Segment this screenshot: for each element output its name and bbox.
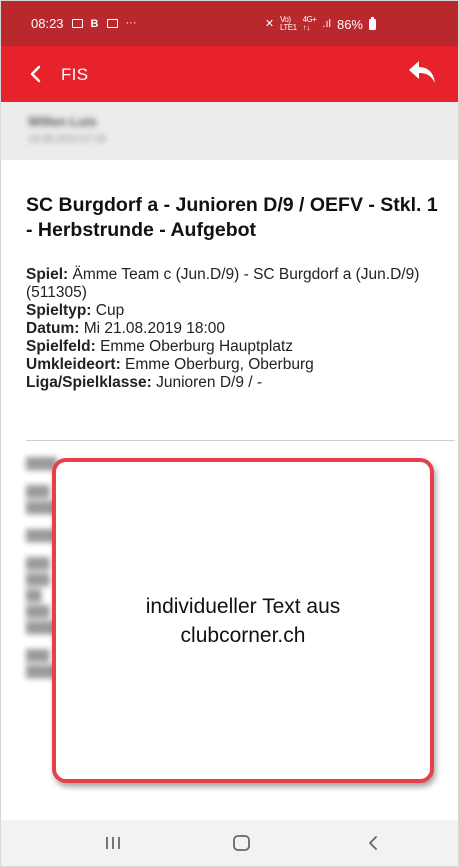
detail-label: Spielfeld: bbox=[26, 338, 96, 355]
detail-label: Liga/Spielklasse: bbox=[26, 374, 152, 391]
reply-button[interactable] bbox=[406, 58, 438, 88]
mute-icon: ✕ bbox=[264, 17, 275, 30]
nav-back-icon bbox=[369, 836, 377, 850]
recent-apps-button[interactable] bbox=[101, 832, 125, 854]
battery-percent: 86% bbox=[336, 16, 363, 32]
more-notifications-icon: ··· bbox=[125, 17, 137, 29]
back-button[interactable] bbox=[25, 62, 47, 86]
match-details: Spiel: Ämme Team c (Jun.D/9) - SC Burgdo… bbox=[26, 266, 446, 392]
recent-apps-icon bbox=[106, 837, 120, 849]
detail-label: Umkleideort: bbox=[26, 356, 121, 373]
navigation-bar bbox=[1, 820, 458, 866]
detail-row-umkleideort: Umkleideort: Emme Oberburg, Oberburg bbox=[26, 356, 446, 374]
detail-value: Emme Oberburg Hauptplatz bbox=[95, 338, 294, 355]
message-title: SC Burgdorf a - Junioren D/9 / OEFV - St… bbox=[26, 194, 438, 241]
status-bar: 08:23 B ··· ✕ Vo) LTE1 4G+ ↑↓ .ıl 86% bbox=[1, 1, 458, 46]
b-notification-icon: B bbox=[90, 17, 99, 30]
detail-row-spiel: Spiel: Ämme Team c (Jun.D/9) - SC Burgdo… bbox=[26, 266, 446, 302]
volte-icon: Vo) LTE1 bbox=[280, 15, 297, 32]
divider bbox=[26, 440, 455, 441]
home-icon bbox=[233, 835, 250, 851]
mobile-data-icon: 4G+ ↑↓ bbox=[302, 15, 317, 32]
detail-label: Spiel: bbox=[26, 266, 69, 283]
sender-header: Willen Luis 19.08.2019 07:29 bbox=[1, 102, 458, 160]
signal-icon: .ıl bbox=[322, 17, 331, 30]
status-left: 08:23 B ··· bbox=[31, 16, 137, 31]
detail-row-spieltyp: Spieltyp: Cup bbox=[26, 302, 446, 320]
app-bar: FIS bbox=[1, 46, 458, 102]
gallery-notification-icon bbox=[71, 19, 83, 28]
custom-text-callout: individueller Text aus clubcorner.ch bbox=[52, 458, 434, 783]
reply-icon bbox=[409, 61, 435, 83]
home-button[interactable] bbox=[230, 832, 254, 854]
detail-row-liga: Liga/Spielklasse: Junioren D/9 / - bbox=[26, 374, 446, 392]
status-time: 08:23 bbox=[31, 16, 64, 31]
detail-label: Datum: bbox=[26, 320, 80, 337]
detail-row-datum: Datum: Mi 21.08.2019 18:00 bbox=[26, 320, 446, 338]
status-right: ✕ Vo) LTE1 4G+ ↑↓ .ıl 86% bbox=[265, 16, 376, 32]
sender-name: Willen Luis bbox=[28, 114, 97, 129]
detail-label: Spieltyp: bbox=[26, 302, 92, 319]
detail-value: Cup bbox=[91, 302, 125, 319]
battery-icon bbox=[369, 16, 376, 30]
sender-date: 19.08.2019 07:29 bbox=[28, 134, 106, 145]
detail-value: Junioren D/9 / - bbox=[151, 374, 263, 391]
detail-value: Emme Oberburg, Oberburg bbox=[120, 356, 314, 373]
nav-back-button[interactable] bbox=[361, 832, 385, 854]
callout-text: individueller Text aus clubcorner.ch bbox=[145, 594, 341, 647]
app-title: FIS bbox=[61, 65, 89, 84]
detail-value: Ämme Team c (Jun.D/9) - SC Burgdorf a (J… bbox=[26, 266, 420, 301]
detail-value: Mi 21.08.2019 18:00 bbox=[79, 320, 226, 337]
document-notification-icon bbox=[106, 19, 118, 28]
arrow-left-icon bbox=[30, 65, 41, 83]
phone-screen: 08:23 B ··· ✕ Vo) LTE1 4G+ ↑↓ .ıl 86% FIS bbox=[0, 0, 459, 867]
detail-row-spielfeld: Spielfeld: Emme Oberburg Hauptplatz bbox=[26, 338, 446, 356]
